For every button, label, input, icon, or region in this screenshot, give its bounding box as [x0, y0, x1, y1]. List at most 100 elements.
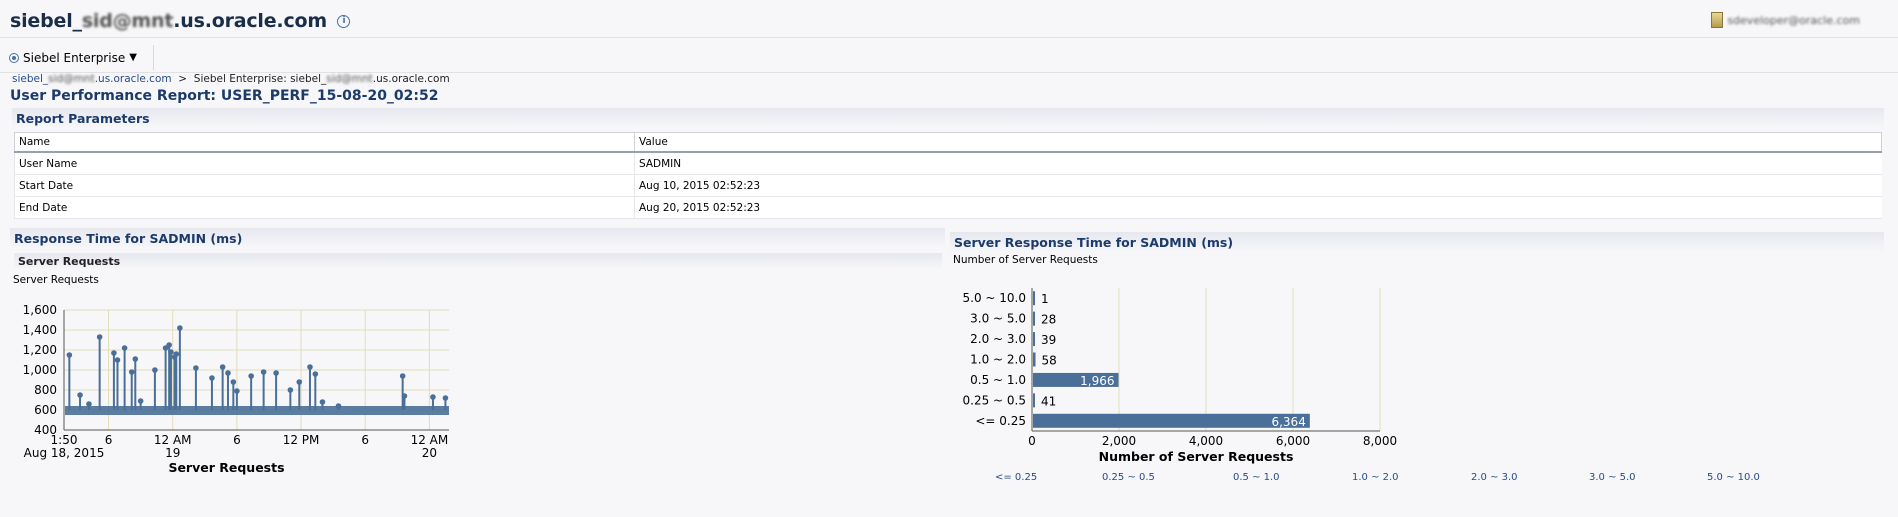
x-axis-title: Server Requests	[168, 460, 284, 475]
info-icon[interactable]: i	[337, 15, 351, 28]
y-tick-label: 1,000	[23, 363, 57, 377]
category-label: 2.0 ~ 3.0	[970, 332, 1026, 346]
category-label: 0.5 ~ 1.0	[970, 373, 1026, 387]
table-cell: User Name	[14, 152, 635, 175]
section-header-response-time: Response Time for SADMIN (ms)	[10, 228, 945, 248]
breadcrumb-separator: >	[178, 73, 188, 85]
data-point	[114, 357, 121, 363]
section-header-report-parameters: Report Parameters	[12, 108, 1884, 128]
bar	[1033, 352, 1036, 367]
table-cell: Aug 20, 2015 02:52:23	[634, 196, 1882, 219]
target-menu-label[interactable]: Siebel Enterprise	[23, 51, 125, 65]
data-point	[96, 334, 103, 340]
data-point	[121, 345, 128, 351]
x-tick-label: 12 AM	[154, 433, 192, 447]
legend-item[interactable]: 1.0 ~ 2.0	[1352, 472, 1399, 483]
user-menu[interactable]: sdeveloper@oracle.com	[1711, 12, 1860, 28]
y-tick-label: 1,600	[23, 303, 57, 317]
table-cell: Start Date	[14, 174, 635, 197]
parameters-table: Name Value User Name SADMIN Start Date A…	[14, 132, 1882, 219]
data-point	[401, 393, 408, 399]
table-row[interactable]: Start Date Aug 10, 2015 02:52:23	[14, 174, 1882, 197]
breadcrumb-link-host[interactable]: siebel_sid@mnt.us.oracle.com	[12, 73, 172, 85]
table-cell: SADMIN	[634, 152, 1882, 175]
legend-item[interactable]: 3.0 ~ 5.0	[1589, 472, 1636, 483]
section-title: Server Response Time for SADMIN (ms)	[954, 235, 1234, 250]
legend-item[interactable]: 5.0 ~ 10.0	[1707, 472, 1760, 483]
x-tick-label: 2,000	[1102, 434, 1136, 448]
x-tick-sublabel: Aug 18, 2015	[24, 446, 105, 460]
data-point	[152, 367, 158, 373]
data-point	[219, 364, 226, 370]
data-label: 1	[1041, 292, 1049, 306]
data-label: 39	[1041, 333, 1056, 347]
host-blurred: sid@mnt	[81, 10, 174, 32]
data-point	[248, 373, 254, 379]
y-tick-label: 1,400	[23, 323, 57, 337]
y-tick-label: 800	[34, 383, 57, 397]
divider	[0, 37, 1898, 38]
category-label: 0.25 ~ 0.5	[963, 393, 1027, 407]
chevron-down-icon[interactable]: ▼	[129, 52, 137, 63]
subsection-header-server-requests: Server Requests	[14, 253, 942, 270]
table-row[interactable]: End Date Aug 20, 2015 02:52:23	[14, 196, 1882, 219]
data-point	[166, 342, 172, 348]
data-point	[319, 399, 326, 405]
category-label: <= 0.25	[975, 414, 1026, 428]
data-point	[312, 371, 319, 377]
table-row[interactable]: User Name SADMIN	[14, 152, 1882, 175]
legend-item[interactable]: 0.25 ~ 0.5	[1102, 472, 1155, 483]
data-point	[137, 398, 144, 404]
breadcrumb-current: Siebel Enterprise: siebel_sid@mnt.us.ora…	[193, 73, 450, 85]
x-tick-sublabel: 19	[165, 446, 180, 460]
data-label: 58	[1042, 354, 1057, 368]
section-header-server-response-time: Server Response Time for SADMIN (ms)	[950, 232, 1884, 252]
host-prefix: siebel_	[10, 10, 82, 32]
x-tick-label: 1:50	[51, 433, 78, 447]
bar	[1033, 413, 1310, 428]
x-tick-label: 8,000	[1363, 434, 1397, 448]
bar	[1033, 393, 1035, 408]
data-point	[234, 388, 240, 394]
data-point	[260, 369, 267, 375]
data-point	[132, 356, 139, 362]
chart-caption: Number of Server Requests	[953, 254, 1098, 266]
user-name[interactable]: sdeveloper@oracle.com	[1727, 14, 1860, 27]
x-axis-title: Number of Server Requests	[1099, 449, 1294, 464]
data-point	[168, 349, 174, 355]
legend-item[interactable]: 0.5 ~ 1.0	[1233, 472, 1280, 483]
legend-item[interactable]: 2.0 ~ 3.0	[1471, 472, 1518, 483]
data-point	[273, 370, 279, 376]
column-header-name[interactable]: Name	[14, 132, 635, 153]
data-point	[430, 394, 436, 400]
page-title: User Performance Report: USER_PERF_15-08…	[10, 88, 439, 104]
category-label: 1.0 ~ 2.0	[970, 353, 1026, 367]
x-tick-label: 6	[233, 433, 241, 447]
radio-icon	[9, 52, 19, 63]
data-point	[296, 379, 303, 385]
x-tick-label: 6	[361, 433, 369, 447]
table-cell: Aug 10, 2015 02:52:23	[634, 174, 1882, 197]
x-tick-label: 6,000	[1276, 434, 1310, 448]
column-header-value[interactable]: Value	[634, 132, 1882, 153]
data-point	[111, 350, 117, 356]
x-tick-label: 0	[1028, 434, 1036, 448]
y-tick-label: 1,200	[23, 343, 57, 357]
response-time-line-chart: 1,6001,4001,2001,0008006004001:50Aug 18,…	[23, 303, 449, 475]
data-point	[77, 392, 83, 398]
host-suffix: .us.oracle.com	[173, 10, 327, 32]
data-point	[225, 370, 231, 376]
data-point	[193, 365, 199, 371]
data-point	[66, 352, 73, 358]
data-label: 1,966	[1080, 374, 1114, 388]
data-point	[442, 395, 449, 401]
table-cell: End Date	[14, 196, 635, 219]
bar	[1033, 311, 1035, 326]
section-title: Report Parameters	[16, 111, 150, 126]
legend-item[interactable]: <= 0.25	[995, 472, 1037, 483]
target-menu[interactable]: Siebel Enterprise ▼	[9, 45, 154, 70]
server-response-bar-chart: 0 2,000 4,000 6,000 8,000 5.0 ~ 10.0 1 3.0 ~ 5.…	[963, 288, 1397, 464]
bar	[1033, 291, 1035, 306]
data-point	[173, 351, 180, 357]
data-point	[86, 401, 92, 407]
